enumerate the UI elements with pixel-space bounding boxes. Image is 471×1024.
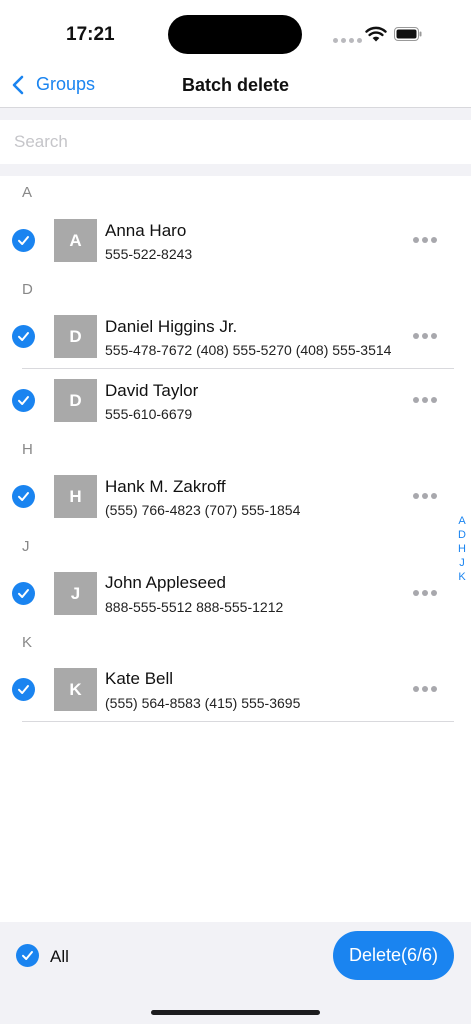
contact-phones: (555) 564-8583 (415) 555-3695 bbox=[105, 695, 301, 711]
contact-phones: 555-610-6679 bbox=[105, 406, 193, 422]
index-letter-j[interactable]: J bbox=[459, 556, 465, 570]
battery-icon bbox=[394, 27, 422, 41]
section-header-a: A bbox=[22, 184, 33, 201]
more-options-icon[interactable] bbox=[413, 393, 443, 407]
contact-name: David Taylor bbox=[105, 381, 199, 400]
contact-name: Anna Haro bbox=[105, 221, 187, 240]
row-divider bbox=[22, 721, 454, 722]
contact-row[interactable]: A Anna Haro 555-522-8243 bbox=[0, 208, 471, 272]
contact-row[interactable]: H Hank M. Zakroff (555) 766-4823 (707) 5… bbox=[0, 465, 471, 529]
search-area bbox=[0, 108, 471, 176]
contact-name: Daniel Higgins Jr. bbox=[105, 317, 238, 336]
contact-name: John Appleseed bbox=[105, 573, 226, 592]
more-options-icon[interactable] bbox=[413, 329, 443, 343]
delete-button[interactable]: Delete(6/6) bbox=[333, 931, 454, 980]
contact-phones: 555-522-8243 bbox=[105, 246, 193, 262]
selected-checkmark-icon[interactable] bbox=[12, 485, 35, 508]
home-indicator bbox=[151, 1010, 320, 1015]
contact-row[interactable]: D Daniel Higgins Jr. 555-478-7672 (408) … bbox=[0, 305, 471, 369]
section-header-d: D bbox=[22, 281, 33, 298]
more-options-icon[interactable] bbox=[413, 233, 443, 247]
index-letter-a[interactable]: A bbox=[458, 514, 465, 528]
more-options-icon[interactable] bbox=[413, 586, 443, 600]
section-header-k: K bbox=[22, 634, 33, 651]
contact-phones: (555) 766-4823 (707) 555-1854 bbox=[105, 502, 301, 518]
avatar: D bbox=[54, 315, 97, 358]
bottom-toolbar: All Delete(6/6) bbox=[0, 922, 471, 1024]
contact-row[interactable]: J John Appleseed 888-555-5512 888-555-12… bbox=[0, 561, 471, 625]
index-letter-k[interactable]: K bbox=[458, 570, 465, 584]
contact-row[interactable]: K Kate Bell (555) 564-8583 (415) 555-369… bbox=[0, 657, 471, 721]
contact-name: Kate Bell bbox=[105, 669, 174, 688]
avatar: A bbox=[54, 219, 97, 262]
select-all-label[interactable]: All bbox=[50, 947, 69, 967]
avatar: K bbox=[54, 668, 97, 711]
more-options-icon[interactable] bbox=[413, 489, 443, 503]
contact-phones: 888-555-5512 888-555-1212 bbox=[105, 599, 284, 615]
selected-checkmark-icon[interactable] bbox=[12, 229, 35, 252]
contact-name: Hank M. Zakroff bbox=[105, 477, 226, 496]
more-options-icon[interactable] bbox=[413, 682, 443, 696]
avatar: D bbox=[54, 379, 97, 422]
section-header-h: H bbox=[22, 441, 33, 458]
section-header-j: J bbox=[22, 538, 30, 555]
selected-checkmark-icon[interactable] bbox=[12, 389, 35, 412]
select-all-checkbox[interactable] bbox=[16, 944, 39, 967]
navigation-bar: Groups Batch delete bbox=[0, 64, 471, 108]
alphabet-index[interactable]: A D H J K bbox=[455, 514, 469, 584]
dynamic-island bbox=[168, 15, 302, 54]
page-title: Batch delete bbox=[181, 75, 290, 95]
status-time: 17:21 bbox=[66, 24, 115, 45]
avatar: J bbox=[54, 572, 97, 615]
avatar: H bbox=[54, 475, 97, 518]
search-input[interactable] bbox=[0, 120, 471, 164]
selected-checkmark-icon[interactable] bbox=[12, 678, 35, 701]
status-bar: 17:21 bbox=[0, 0, 471, 64]
selected-checkmark-icon[interactable] bbox=[12, 582, 35, 605]
index-letter-d[interactable]: D bbox=[458, 528, 466, 542]
index-letter-h[interactable]: H bbox=[458, 542, 466, 556]
contact-row[interactable]: D David Taylor 555-610-6679 bbox=[0, 369, 471, 433]
checkmark-icon bbox=[22, 951, 33, 960]
selected-checkmark-icon[interactable] bbox=[12, 325, 35, 348]
signal-dots-icon bbox=[333, 38, 362, 43]
contact-phones: 555-478-7672 (408) 555-5270 (408) 555-35… bbox=[105, 342, 392, 358]
wifi-icon bbox=[365, 26, 387, 42]
